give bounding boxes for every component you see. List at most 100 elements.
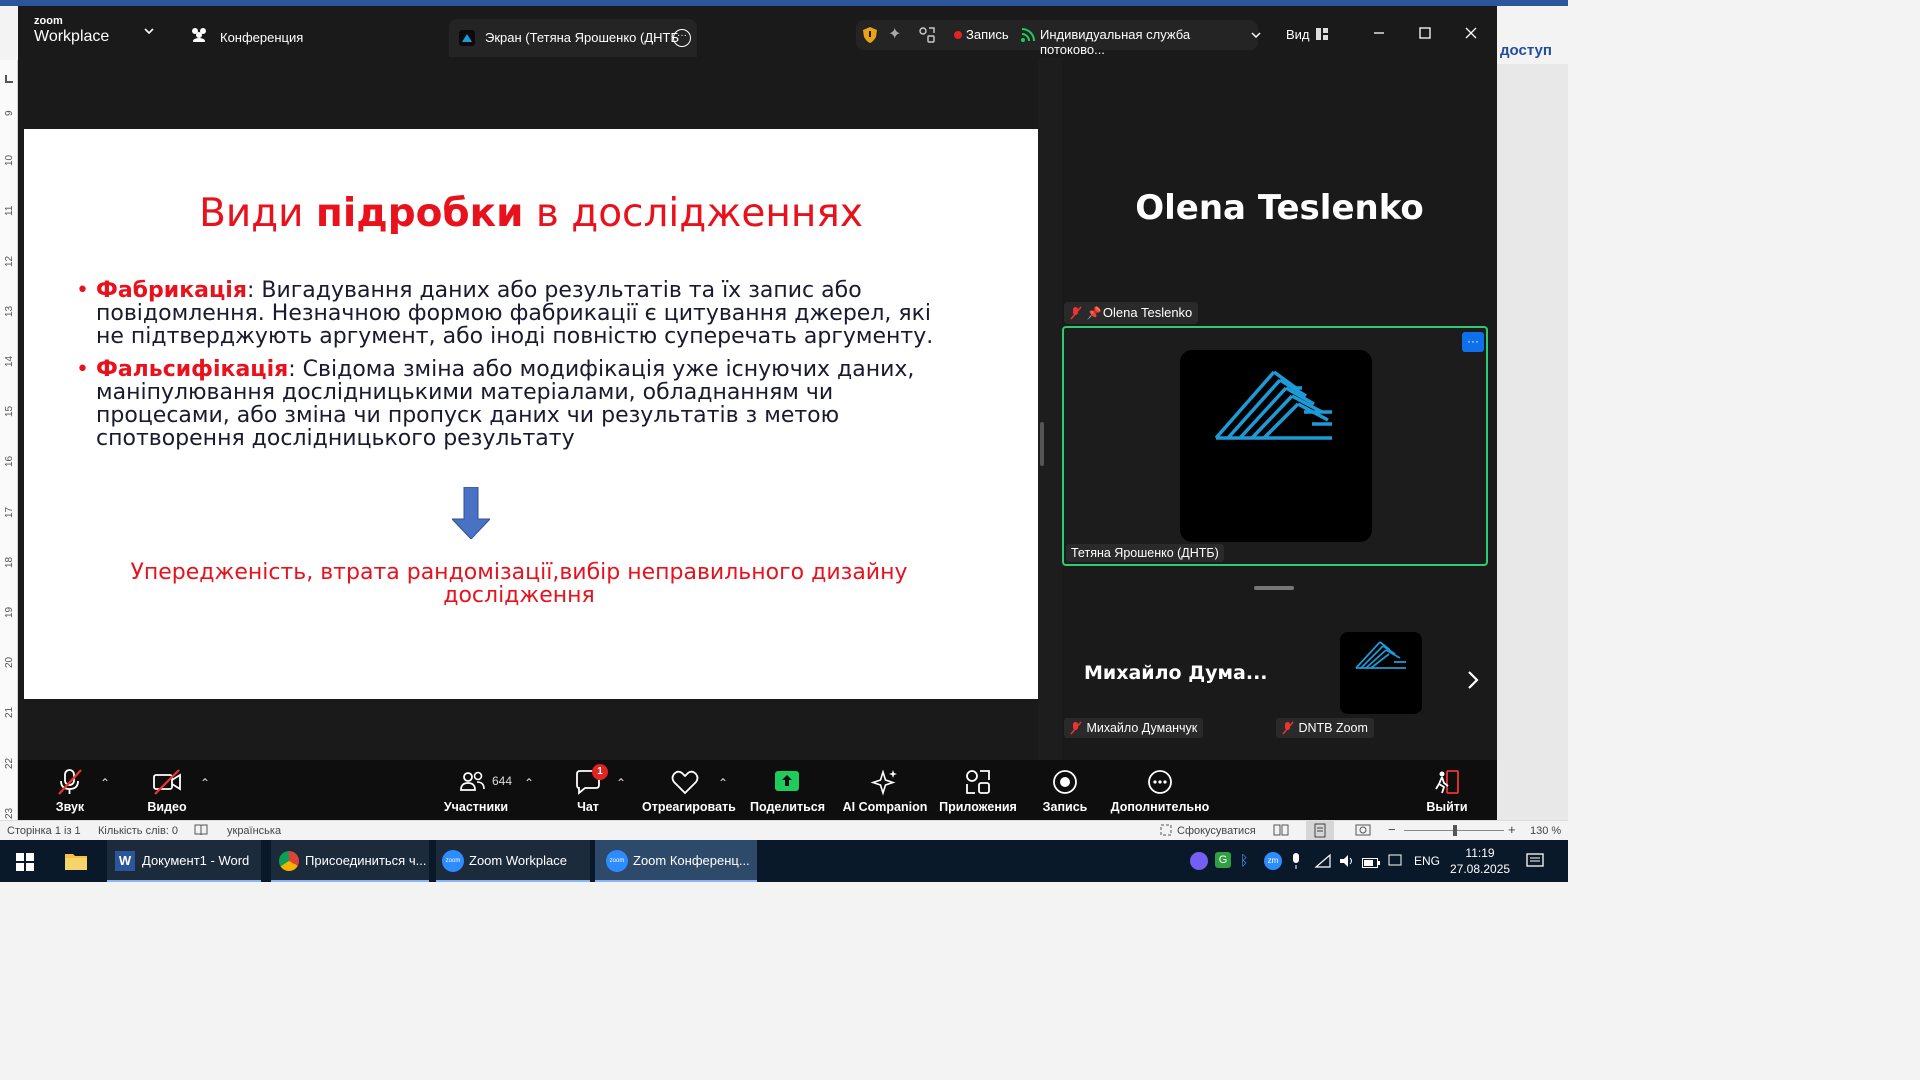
word-app-icon: W — [115, 851, 135, 871]
volume-icon[interactable] — [1338, 853, 1356, 869]
slide-bullet-list: • Фабрикація: Вигадування даних або резу… — [76, 279, 956, 450]
wifi-icon[interactable] — [1314, 853, 1332, 869]
taskbar-zoom-meeting[interactable]: zoom Zoom Конференц... — [595, 840, 757, 882]
slide-title-part1: Види — [199, 191, 316, 236]
notifications-icon[interactable] — [1526, 852, 1544, 870]
windows-start-icon[interactable] — [16, 853, 34, 871]
participants-button[interactable]: 644 Участники — [442, 760, 512, 820]
proofing-book-icon[interactable] — [194, 824, 208, 836]
chevron-up-icon[interactable]: ⌃ — [524, 776, 534, 790]
thumb-avatar[interactable] — [1340, 632, 1422, 714]
clock[interactable]: 11:19 27.08.2025 — [1450, 845, 1510, 877]
taskbar-word[interactable]: W Документ1 - Word — [107, 840, 261, 882]
ai-sparkle-icon[interactable]: ✦ — [888, 26, 906, 44]
display-icon[interactable] — [1388, 853, 1402, 869]
focus-icon[interactable] — [1160, 824, 1172, 836]
input-language[interactable]: ENG — [1414, 854, 1440, 868]
screen-share-tab[interactable]: Экран (Тетяна Ярошенко (ДНТБ ··· — [449, 19, 697, 57]
print-layout-icon[interactable] — [1306, 821, 1334, 840]
taskbar-zoom-workplace[interactable]: zoom Zoom Workplace — [436, 840, 590, 882]
windows-taskbar: W Документ1 - Word Присоединиться ч... z… — [0, 840, 1568, 882]
ruler-number: 21 — [4, 707, 15, 719]
apps-icon — [963, 768, 993, 796]
bluetooth-icon[interactable]: ᛒ — [1240, 852, 1254, 870]
word-count[interactable]: Кількість слів: 0 — [98, 825, 178, 837]
chat-label: Чат — [577, 800, 599, 814]
chevron-up-icon[interactable]: ⌃ — [616, 776, 626, 790]
maximize-icon[interactable] — [1418, 26, 1432, 40]
close-icon[interactable] — [1464, 26, 1478, 40]
recording-status[interactable]: Запись — [966, 27, 1009, 42]
apps-button[interactable]: Приложения — [938, 760, 1018, 820]
thumb-label-text: DNTB Zoom — [1298, 721, 1368, 735]
language-indicator[interactable]: українська — [227, 825, 281, 837]
video-button[interactable]: Видео — [138, 760, 196, 820]
zoom-app-icon — [459, 30, 475, 46]
zoom-in-icon[interactable]: + — [1508, 822, 1516, 837]
panel-divider[interactable] — [1038, 58, 1062, 760]
more-label: Дополнительно — [1110, 800, 1210, 814]
apps-icon[interactable] — [918, 26, 936, 44]
apps-label: Приложения — [939, 800, 1017, 814]
zoom-out-icon[interactable]: − — [1388, 822, 1396, 837]
chevron-down-icon[interactable] — [142, 24, 156, 38]
read-mode-icon[interactable] — [1273, 824, 1289, 836]
more-button[interactable]: Дополнительно — [1110, 760, 1210, 820]
bullet-dot: • — [76, 278, 89, 303]
record-icon — [1050, 768, 1080, 796]
tab-stop-icon[interactable] — [5, 75, 13, 83]
bullet-item-falsification: • Фальсифікація: Свідома зміна або модиф… — [76, 358, 956, 450]
focus-mode-button[interactable]: Сфокусуватися — [1177, 825, 1256, 837]
resize-handle[interactable] — [1040, 422, 1044, 466]
zoom-logo: zoom Workplace — [34, 16, 109, 47]
battery-icon[interactable] — [1362, 855, 1380, 868]
bullet-item-fabrication: • Фабрикація: Вигадування даних або резу… — [76, 279, 956, 348]
page-count[interactable]: Сторінка 1 із 1 — [7, 825, 81, 837]
web-layout-icon[interactable] — [1355, 824, 1371, 836]
leave-label: Выйти — [1426, 800, 1468, 814]
word-share-button[interactable]: доступ — [1497, 38, 1568, 64]
audio-button[interactable]: Звук — [42, 760, 98, 820]
tile-more-button[interactable]: ··· — [1462, 332, 1484, 352]
chevron-right-icon[interactable] — [1466, 670, 1480, 690]
video-label: Видео — [147, 800, 187, 814]
taskbar-chrome[interactable]: Присоединиться ч... — [271, 840, 429, 882]
record-button[interactable]: Запись — [1036, 760, 1094, 820]
active-indicator — [595, 880, 757, 882]
leave-button[interactable]: Выйти — [1422, 760, 1472, 820]
zoom-level[interactable]: 130 % — [1530, 825, 1561, 837]
conference-tab[interactable]: Конференция — [220, 30, 303, 45]
view-button[interactable]: Вид — [1286, 27, 1310, 42]
chevron-up-icon[interactable]: ⌃ — [200, 776, 210, 790]
streaming-status[interactable]: Индивидуальная служба потоково... — [1040, 27, 1258, 57]
taskbar-label: Zoom Workplace — [469, 853, 568, 868]
clock-date: 27.08.2025 — [1450, 862, 1511, 876]
more-options-icon[interactable]: ··· — [673, 29, 691, 47]
zoom-tray-icon[interactable]: zm — [1264, 852, 1282, 870]
ai-sparkle-icon — [870, 768, 900, 796]
grammarly-icon[interactable]: G — [1215, 852, 1231, 868]
chat-button[interactable]: 1 Чат — [566, 760, 610, 820]
ruler-number: 14 — [4, 355, 15, 367]
gallery-drag-handle[interactable] — [1254, 586, 1294, 590]
shield-icon[interactable] — [862, 26, 878, 44]
chevron-down-icon[interactable] — [1250, 28, 1262, 40]
viber-icon[interactable] — [1190, 852, 1208, 870]
view-grid-icon[interactable] — [1316, 27, 1328, 40]
chevron-up-icon[interactable]: ⌃ — [100, 776, 110, 790]
share-screen-button[interactable]: Поделиться — [750, 760, 825, 820]
ai-companion-button[interactable]: AI Companion — [838, 760, 932, 820]
chrome-icon — [279, 851, 299, 871]
zoom-slider-thumb[interactable] — [1453, 825, 1457, 836]
ruler-number: 18 — [4, 556, 15, 568]
zoom-meeting-window: zoom Workplace Конференция Экран (Тетяна… — [18, 6, 1497, 820]
active-video-tile[interactable]: ··· Тетяна Ярошенко (ДНТБ) — [1062, 326, 1488, 566]
minimize-icon[interactable] — [1372, 26, 1386, 40]
pinned-name: Olena Teslenko — [1102, 305, 1193, 320]
mic-muted-icon — [55, 768, 85, 796]
file-explorer-icon[interactable] — [64, 851, 88, 871]
bullet-term: Фабрикація — [96, 278, 247, 303]
microphone-icon[interactable] — [1290, 852, 1302, 870]
react-button[interactable]: Отреагировать — [642, 760, 736, 820]
chevron-up-icon[interactable]: ⌃ — [718, 776, 728, 790]
